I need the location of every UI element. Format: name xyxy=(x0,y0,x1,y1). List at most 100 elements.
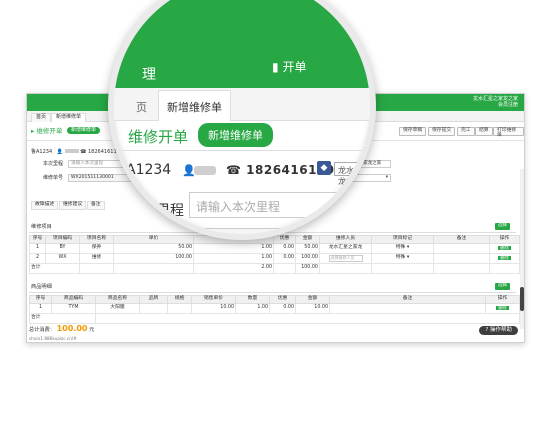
grand-total-value: 100.00 xyxy=(56,323,88,333)
cell xyxy=(433,263,490,274)
repair-items-select-button[interactable]: 选择 xyxy=(495,223,510,230)
complete-button[interactable]: 完工 xyxy=(457,127,475,136)
col-header: 维修人员 xyxy=(319,235,372,244)
col-header: 备注 xyxy=(329,295,486,304)
cell: 0.00 xyxy=(273,243,296,254)
col-header: 数量 xyxy=(235,295,270,304)
cell xyxy=(167,303,192,314)
page-title: ▸ 维修开单 xyxy=(31,127,63,135)
cell: 1.00 xyxy=(235,303,270,314)
settle-button[interactable]: 结算 xyxy=(475,127,493,136)
col-header: 商品名称 xyxy=(95,295,140,304)
tab-home[interactable]: 首页 xyxy=(31,113,52,122)
phone-icon: ☎ xyxy=(80,149,87,155)
col-header: 优惠 xyxy=(269,295,296,304)
total-hours: 2.00 xyxy=(193,263,274,274)
cell: 100.00 xyxy=(295,253,320,264)
lens-tab-home[interactable]: 页 xyxy=(128,96,155,118)
mark-select[interactable]: 特殊 ▾ xyxy=(371,253,434,264)
tab-notes[interactable]: 备注 xyxy=(87,201,105,210)
cell xyxy=(489,263,520,274)
cell xyxy=(329,303,486,314)
delete-button[interactable]: 删除 xyxy=(498,255,511,260)
col-header: 序号 xyxy=(29,295,52,304)
cell: 0.00 xyxy=(273,253,296,264)
lens-new-repair-order-button[interactable]: 新增维修单 xyxy=(198,123,273,147)
scrollbar-thumb[interactable] xyxy=(520,287,524,311)
mark-value: 特殊 xyxy=(395,245,406,251)
blurred-name xyxy=(64,149,79,153)
help-button[interactable]: ? 操作帮助 xyxy=(479,325,518,335)
col-header: 商品编码 xyxy=(51,295,96,304)
col-header: 项目标记 xyxy=(371,235,434,244)
phone-icon: ☎ xyxy=(226,163,242,177)
total-row: 合计 2.00 100.00 xyxy=(29,263,520,274)
staff-input[interactable]: 选择维修人员 xyxy=(328,255,363,262)
document-icon: ▮ xyxy=(272,60,279,74)
cell xyxy=(79,263,114,274)
cell: 维修 xyxy=(79,253,114,264)
lens-page-title: 维修开单 xyxy=(128,128,189,146)
col-header: 项目名称 xyxy=(79,235,114,244)
table-row: 2 WX 维修 100.00 1.00 0.00 100.00 选择维修人员 特… xyxy=(29,253,520,264)
cell: 1.00 xyxy=(193,243,274,254)
cell xyxy=(113,263,194,274)
cell xyxy=(433,243,490,254)
grand-total: 总计消费： 100.00 元 xyxy=(29,323,94,333)
cell xyxy=(371,263,434,274)
chevron-down-icon: ▾ xyxy=(385,175,388,180)
page-title-text: 维修开单 xyxy=(36,127,63,135)
total-amount: 100.00 xyxy=(295,263,320,274)
col-header: 项目编码 xyxy=(45,235,80,244)
col-header: 规格 xyxy=(167,295,192,304)
help-icon: ? xyxy=(485,326,489,333)
cell: 1.00 xyxy=(193,253,274,264)
delete-button[interactable]: 删除 xyxy=(496,305,509,310)
goods-header-row: 序号 商品编码 商品名称 品牌 规格 销售单价 数量 优惠 金额 备注 操作 xyxy=(29,295,520,304)
magnifier-lens: 理 ▮ 开单 页 新增维修单 维修开单 新增维修单 A1234 👤 ☎ 1826… xyxy=(108,0,376,240)
save-submit-button[interactable]: 保存提交 xyxy=(428,127,456,136)
cell: WX xyxy=(45,253,80,264)
col-header: 单价 xyxy=(113,235,194,244)
status-url: chain1.886kuaizc.cn/# xyxy=(29,335,77,341)
mileage-label: 本次里程 xyxy=(43,161,64,167)
goods-title: 商品明细 xyxy=(31,284,52,290)
cell: TYM xyxy=(51,303,96,314)
col-header: 销售单价 xyxy=(191,295,236,304)
lens-customer-combo[interactable]: 龙水汇星之家龙之家 xyxy=(334,162,370,186)
register-link[interactable]: 会员注册 xyxy=(470,102,518,108)
col-header: 金额 xyxy=(295,295,330,304)
scrollbar[interactable] xyxy=(520,169,524,329)
op-cell: 删除 xyxy=(489,253,520,264)
brand-name: 龙水汇星之家龙之家 会员注册 xyxy=(470,96,518,108)
col-header: 金额 xyxy=(295,235,320,244)
op-cell: 删除 xyxy=(489,243,520,254)
cell: 10.00 xyxy=(295,303,330,314)
print-order-button[interactable]: 打印维修单 xyxy=(493,127,524,138)
total-row: 合计 xyxy=(29,313,520,324)
goods-table: 序号 商品编码 商品名称 品牌 规格 销售单价 数量 优惠 金额 备注 操作 1… xyxy=(29,295,520,324)
staff-cell[interactable]: 选择维修人员 xyxy=(319,253,372,264)
col-header: 备注 xyxy=(433,235,490,244)
chevron-down-icon: ▾ xyxy=(406,255,410,261)
chevron-down-icon: ▾ xyxy=(406,245,410,251)
delete-button[interactable]: 删除 xyxy=(498,245,511,250)
tab-fault-description[interactable]: 故障描述 xyxy=(31,201,59,210)
tab-repair-advice[interactable]: 维修建议 xyxy=(59,201,87,210)
mark-select[interactable]: 特殊 ▾ xyxy=(371,243,434,254)
cell: 大阳膜 xyxy=(95,303,140,314)
new-repair-order-button[interactable]: 新增维修单 xyxy=(67,127,101,134)
col-header: 品牌 xyxy=(139,295,168,304)
lens-tab-new-repair-order[interactable]: 新增维修单 xyxy=(158,90,231,121)
total-label: 合计 xyxy=(29,313,96,324)
tab-new-repair-order[interactable]: 新增维修单 xyxy=(51,113,87,122)
save-draft-button[interactable]: 保存草稿 xyxy=(399,127,427,136)
mark-value: 特殊 xyxy=(395,255,406,261)
cell: 100.00 xyxy=(113,253,194,264)
cell xyxy=(139,303,168,314)
goods-select-button[interactable]: 选择 xyxy=(495,283,510,290)
col-header: 操作 xyxy=(489,235,520,244)
staff-cell[interactable]: 龙水汇星之家龙 xyxy=(319,243,372,254)
total-label: 合计 xyxy=(29,263,80,274)
lens-mileage-input[interactable]: 请输入本次里程 xyxy=(189,192,369,218)
